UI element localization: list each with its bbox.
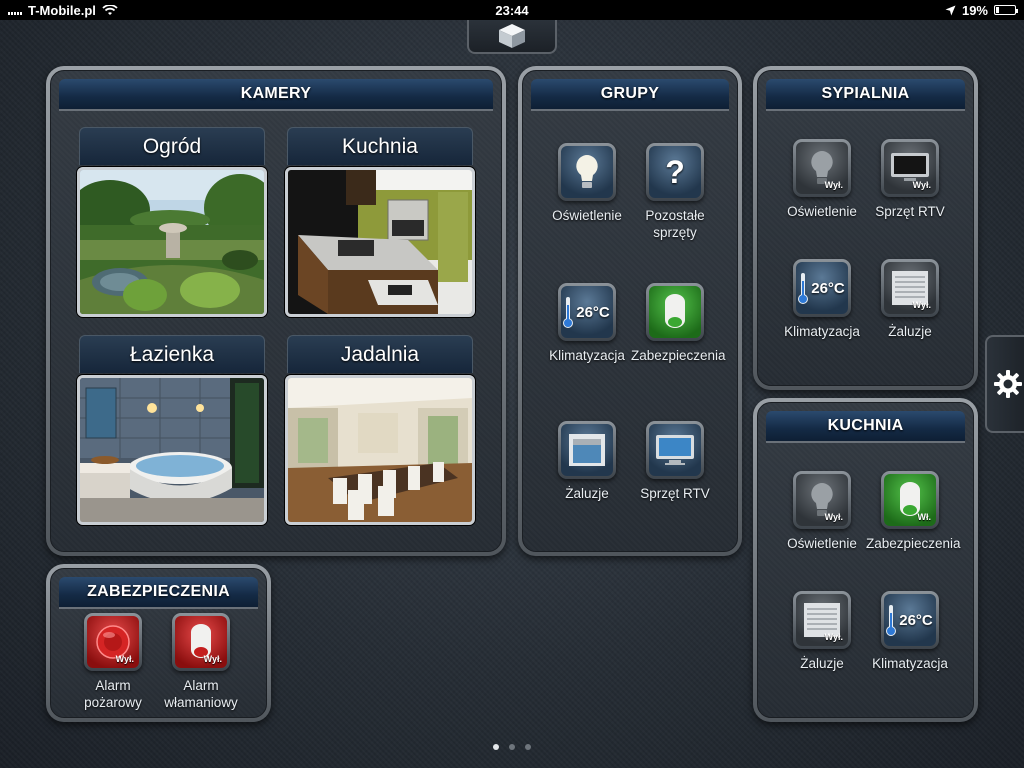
lightbulb-icon: Wył.	[796, 474, 848, 526]
tile-label: Oświetlenie	[787, 204, 857, 219]
tile-label: Sprzęt RTV	[875, 204, 945, 219]
clock: 23:44	[495, 2, 529, 18]
state-badge: Wył.	[912, 180, 931, 190]
camera-label: Jadalnia	[287, 335, 473, 373]
tile-label: Oświetlenie	[552, 208, 622, 223]
tile-label: Żaluzje	[888, 324, 932, 339]
blinds-icon: Wył.	[884, 262, 936, 314]
signal-icon	[8, 5, 22, 15]
tile-label: Żaluzje	[800, 656, 844, 671]
tile-label: Alarm włamaniowy	[164, 678, 238, 710]
tile-label: Oświetlenie	[787, 536, 857, 551]
cube-logo-icon	[499, 24, 525, 48]
tile-label: Zabezpieczenia	[631, 348, 726, 363]
camera-feed-dining	[285, 375, 475, 525]
burglar-alarm-tile[interactable]: Wył. Alarm włamaniowy	[157, 613, 245, 711]
state-badge: Wył.	[912, 300, 931, 310]
kitchen-security-tile[interactable]: Wł. Zabezpieczenia	[866, 471, 961, 552]
groups-panel: GRUPY Oświetlenie ? Pozostałe sprzęty 26…	[518, 66, 742, 556]
lightbulb-icon	[561, 146, 613, 198]
tile-label: Alarm pożarowy	[84, 678, 142, 710]
camera-dining[interactable]: Jadalnia	[285, 335, 475, 525]
location-arrow-icon	[945, 5, 956, 15]
camera-kitchen[interactable]: Kuchnia	[285, 127, 475, 317]
page-dot-2[interactable]	[509, 744, 515, 750]
fire-alarm-icon: Wył.	[87, 616, 139, 668]
siren-icon: Wł.	[884, 474, 936, 526]
question-icon: ?	[649, 146, 701, 198]
group-rtv-tile[interactable]: Sprzęt RTV	[631, 421, 719, 502]
home-logo-tab[interactable]	[467, 20, 557, 54]
kitchen-lighting-tile[interactable]: Wył. Oświetlenie	[778, 471, 866, 552]
gear-icon	[994, 370, 1022, 398]
camera-garden[interactable]: Ogród	[77, 127, 267, 317]
bedroom-panel: SYPIALNIA Wył. Oświetlenie Wył. Sprzęt R…	[753, 66, 978, 390]
battery-icon	[994, 5, 1018, 15]
group-other-devices-tile[interactable]: ? Pozostałe sprzęty	[631, 143, 719, 241]
blinds-icon: Wył.	[796, 594, 848, 646]
camera-feed-bathroom	[77, 375, 267, 525]
bedroom-panel-header: SYPIALNIA	[766, 79, 965, 111]
camera-label: Ogród	[79, 127, 265, 165]
tile-label: Klimatyzacja	[784, 324, 860, 339]
security-panel-header: ZABEZPIECZENIA	[59, 577, 258, 609]
thermometer-icon: 26°C	[561, 286, 613, 338]
siren-icon	[649, 286, 701, 338]
status-bar: T-Mobile.pl 23:44 19%	[0, 0, 1024, 20]
state-badge: Wył.	[824, 632, 843, 642]
page-dot-3[interactable]	[525, 744, 531, 750]
cameras-panel-header: KAMERY	[59, 79, 493, 111]
camera-feed-garden	[77, 167, 267, 317]
carrier-name: T-Mobile.pl	[28, 2, 96, 18]
lightbulb-icon: Wył.	[796, 142, 848, 194]
groups-panel-header: GRUPY	[531, 79, 729, 111]
tile-label: Klimatyzacja	[872, 656, 948, 671]
camera-bathroom[interactable]: Łazienka	[77, 335, 267, 525]
tile-label: Sprzęt RTV	[640, 486, 710, 501]
camera-label: Łazienka	[79, 335, 265, 373]
thermometer-icon: 26°C	[796, 262, 848, 314]
tile-label: Żaluzje	[565, 486, 609, 501]
state-badge: Wył.	[824, 180, 843, 190]
bedroom-lighting-tile[interactable]: Wył. Oświetlenie	[778, 139, 866, 220]
tile-label: Zabezpieczenia	[866, 536, 961, 551]
group-lighting-tile[interactable]: Oświetlenie	[543, 143, 631, 224]
settings-button[interactable]	[985, 335, 1024, 433]
page-indicator[interactable]	[0, 744, 1024, 750]
bedroom-climate-tile[interactable]: 26°C Klimatyzacja	[778, 259, 866, 340]
state-badge: Wył.	[824, 512, 843, 522]
cameras-panel: KAMERY Ogród Kuchnia Łazienka Jadalnia	[46, 66, 506, 556]
state-badge: Wył.	[115, 654, 134, 664]
kitchen-panel-header: KUCHNIA	[766, 411, 965, 443]
tile-label: Pozostałe sprzęty	[645, 208, 705, 240]
bedroom-blinds-tile[interactable]: Wył. Żaluzje	[866, 259, 954, 340]
kitchen-climate-tile[interactable]: 26°C Klimatyzacja	[866, 591, 954, 672]
tv-icon	[649, 424, 701, 476]
group-blinds-tile[interactable]: Żaluzje	[543, 421, 631, 502]
thermometer-icon: 26°C	[884, 594, 936, 646]
state-badge: Wył.	[203, 654, 222, 664]
camera-label: Kuchnia	[287, 127, 473, 165]
group-climate-tile[interactable]: 26°C Klimatyzacja	[543, 283, 631, 364]
bedroom-rtv-tile[interactable]: Wył. Sprzęt RTV	[866, 139, 954, 220]
tv-icon: Wył.	[884, 142, 936, 194]
camera-feed-kitchen	[285, 167, 475, 317]
group-security-tile[interactable]: Zabezpieczenia	[631, 283, 726, 364]
battery-percent: 19%	[961, 2, 988, 18]
state-badge: Wł.	[917, 512, 932, 522]
security-panel: ZABEZPIECZENIA Wył. Alarm pożarowy Wył. …	[46, 564, 271, 722]
tile-label: Klimatyzacja	[549, 348, 625, 363]
page-dot-1[interactable]	[493, 744, 499, 750]
kitchen-blinds-tile[interactable]: Wył. Żaluzje	[778, 591, 866, 672]
fire-alarm-tile[interactable]: Wył. Alarm pożarowy	[69, 613, 157, 711]
blinds-icon	[561, 424, 613, 476]
wifi-icon	[102, 4, 118, 15]
kitchen-panel: KUCHNIA Wył. Oświetlenie Wł. Zabezpiecze…	[753, 398, 978, 722]
burglar-alarm-icon: Wył.	[175, 616, 227, 668]
